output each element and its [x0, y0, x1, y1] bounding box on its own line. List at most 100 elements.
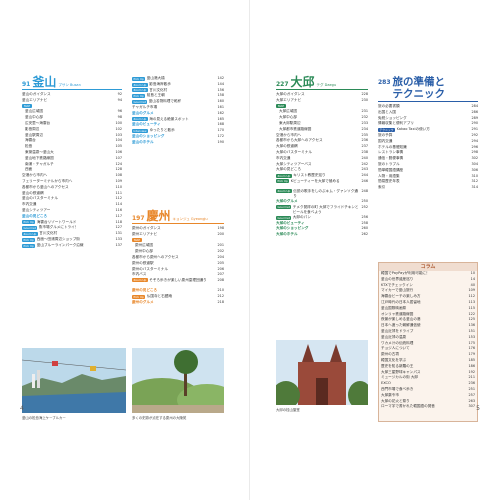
- toc-entry: Gourmet チメク発祥の町 大邱でフライドチキンとビールを食べよう 252: [276, 204, 368, 215]
- guide-title: 旅の準備と テクニック: [392, 76, 446, 100]
- toc-entry-title: 慶州のグルメ: [132, 299, 154, 304]
- daegu-photo-caption: 大邱の桂山聖堂: [276, 408, 300, 412]
- toc-tag-badge: テクニック: [378, 128, 395, 133]
- toc-entry-title: 釜山のホテル: [132, 139, 154, 144]
- right-page-number: 5: [476, 405, 480, 412]
- toc-entry: 大邱エリアナビ 230: [276, 98, 368, 104]
- right-page: 227 大邱 テグ Daegu 大邱のガイダンス 228 大邱エリアナビ 230 MAP…: [250, 0, 500, 500]
- map-badge: MAP: [132, 238, 143, 243]
- toc-tag-badge: Zoom Up: [132, 88, 148, 93]
- toc-entry: 釜山のホテル 190: [132, 140, 224, 146]
- toc-entry: 慶州のグルメ 218: [132, 300, 224, 306]
- busan-section: 91 釜山 プサン Busan 釜山のガイダンス 92 釜山エリアナビ 94 MAP 釜山…: [22, 76, 122, 249]
- gyeongju-header: 197 慶州 キョンジュ Gyeongju: [132, 210, 224, 224]
- toc-entry-page: 230: [361, 97, 368, 102]
- toc-entry-page: 94: [117, 97, 122, 102]
- busan-title: 釜山: [32, 75, 57, 89]
- toc-tag-badge: Interview: [132, 129, 149, 134]
- toc-entry: 釜山エリアナビ 94: [22, 98, 122, 104]
- toc-entry-title: 大邱のホテル: [276, 232, 298, 237]
- column-box: コラム 韓国でPayPayが利用可能に！ 10 釜山の世界遺産巡り 14 KTXでチェッ…: [378, 262, 478, 422]
- toc-tag-badge: Pick Up: [276, 178, 290, 183]
- toc-entry-title: 伝説の歌手をしのぶキム・グァンソク通り: [293, 188, 358, 198]
- map-badge: MAP: [276, 104, 287, 109]
- toc-tag-badge: Zoom Up: [276, 188, 292, 193]
- toc-entry-page: 307: [468, 404, 475, 409]
- toc-entry-title: 索引: [378, 185, 386, 190]
- toc-tag-badge: Pick Up: [132, 94, 146, 99]
- gyeongju-title: 慶州: [146, 209, 171, 223]
- toc-tag-badge: Pick Up: [132, 294, 146, 299]
- toc-entry-title: 大邱エリアナビ: [276, 97, 302, 102]
- toc-entry: Pick Up 釜山ブルーラインパーク沿線 137: [22, 243, 122, 249]
- toc-entry-page: 248: [361, 188, 368, 193]
- gyeongju-photo-caption: 多くの史跡が点在する慶州の大陵苑: [132, 416, 187, 420]
- toc-tag-badge: Pick Up: [22, 243, 36, 248]
- toc-entry: Zoom Up そぞろ歩きが楽しい慶州皇理団通り 208: [132, 278, 224, 288]
- busan-header: 91 釜山 プサン Busan: [22, 76, 122, 90]
- busan-photo-caption: 釜山の松島海上ケーブルカー: [22, 416, 66, 420]
- toc-entry-page: 252: [361, 204, 368, 209]
- busan-toc-continued: Pick Up 釜山港大橋 142 Zoom Up 影島海岸散歩 144 Zoom Up 甘川…: [132, 76, 224, 146]
- toc-tag-badge: Pick Up: [132, 76, 146, 81]
- toc-tag-badge: Zoom Up: [132, 278, 148, 283]
- toc-entry-title: ローマ字で書かれた韓国語の発音: [381, 404, 435, 409]
- busan-toc: 釜山のガイダンス 92 釜山エリアナビ 94 MAP 釜山広域図 96 釜山中心部 98 広安里～…: [22, 92, 122, 249]
- toc-tag-badge: Pick Up: [22, 237, 36, 242]
- toc-entry-page: 137: [115, 242, 122, 247]
- toc-tag-badge: Gourmet: [276, 204, 292, 209]
- busan-subtitle: プサン Busan: [58, 83, 81, 87]
- toc-entry-page: 262: [361, 232, 368, 237]
- busan-page-number: 91: [22, 81, 31, 88]
- toc-tag-badge: Zoom Up: [22, 232, 38, 237]
- busan-cable-car-photo: [22, 348, 126, 413]
- toc-entry: 索引 314: [378, 185, 478, 191]
- toc-entry: Pick Up Kビューティーを大邱で極める 246: [276, 178, 368, 189]
- toc-entry-page: 218: [217, 299, 224, 304]
- guide-toc: 旅の必要書類 284 出国と入国 286 免税ショッピング 289 情報収集と便利アプリ 29…: [378, 104, 478, 191]
- toc-entry-title: 慶州エリアナビ: [132, 231, 158, 236]
- toc-tag-badge: Zoom Up: [132, 82, 148, 87]
- guide-page-number: 283: [378, 79, 391, 86]
- toc-entry-page: 246: [361, 178, 368, 183]
- toc-tag-badge: Gourmet: [276, 215, 292, 220]
- toc-entry-title: チメク発祥の町 大邱でフライドチキンとビールを食べよう: [292, 204, 359, 214]
- daegu-header: 227 大邱 テグ Daegu: [276, 76, 368, 90]
- toc-entry-title: 釜山ブルーラインパーク沿線: [36, 242, 84, 247]
- gyeongju-toc: 慶州のガイダンス 198 慶州エリアナビ 200 MAP 慶州広域図 201 慶州中心部 202…: [132, 226, 224, 306]
- toc-tag-badge: Zoom Up: [132, 117, 148, 122]
- daegu-subtitle: テグ Daegu: [316, 83, 337, 87]
- gyeongju-section: 197 慶州 キョンジュ Gyeongju 慶州のガイダンス 198 慶州エリアナビ…: [132, 210, 224, 306]
- toc-entry-title: そぞろ歩きが楽しい慶州皇理団通り: [149, 278, 207, 283]
- toc-entry-page: 208: [217, 278, 224, 283]
- left-page-number: 4: [20, 405, 24, 412]
- gyeongju-page-number: 197: [132, 215, 145, 222]
- gyeongju-tomb-photo: [132, 348, 224, 413]
- column-heading: コラム: [379, 263, 477, 271]
- guide-section: 283 旅の準備と テクニック 旅の必要書類 284 出国と入国 286 免税ショッピン…: [378, 76, 478, 191]
- busan-continued: Pick Up 釜山港大橋 142 Zoom Up 影島海岸散歩 144 Zoom Up 甘川…: [132, 76, 224, 146]
- daegu-section: 227 大邱 テグ Daegu 大邱のガイダンス 228 大邱エリアナビ 230 MAP…: [276, 76, 368, 238]
- toc-entry: Zoom Up 伝説の歌手をしのぶキム・グァンソク通り 248: [276, 188, 368, 199]
- daegu-cathedral-photo: [276, 340, 368, 405]
- daegu-title: 大邱: [290, 75, 315, 89]
- toc-entry: 大邱のホテル 262: [276, 232, 368, 238]
- toc-tag-badge: Gourmet: [22, 226, 38, 231]
- toc-entry: ローマ字で書かれた韓国語の発音 307: [379, 404, 477, 410]
- left-page: 91 釜山 プサン Busan 釜山のガイダンス 92 釜山エリアナビ 94 MAP 釜山…: [0, 0, 250, 500]
- toc-entry-page: 190: [217, 139, 224, 144]
- gyeongju-subtitle: キョンジュ Gyeongju: [172, 217, 208, 221]
- guide-header: 283 旅の準備と テクニック: [378, 76, 478, 102]
- toc-entry-page: 200: [217, 231, 224, 236]
- toc-tag-badge: Pick Up: [22, 220, 36, 225]
- toc-entry-title: 釜山エリアナビ: [22, 97, 48, 102]
- toc-tag-badge: Gourmet: [132, 100, 148, 105]
- toc-tag-badge: Zoom Up: [276, 174, 292, 179]
- toc-entry-title: Kビューティーを大邱で極める: [290, 178, 340, 183]
- toc-entry: 慶州エリアナビ 200: [132, 232, 224, 238]
- column-list: 韓国でPayPayが利用可能に！ 10 釜山の世界遺産巡り 14 KTXでチェックイン 4…: [379, 271, 477, 410]
- daegu-page-number: 227: [276, 81, 289, 88]
- map-badge: MAP: [22, 104, 33, 109]
- daegu-toc: 大邱のガイダンス 228 大邱エリアナビ 230 MAP 大邱広域図 231 大邱中心部 232…: [276, 92, 368, 238]
- toc-entry-page: 314: [471, 185, 478, 190]
